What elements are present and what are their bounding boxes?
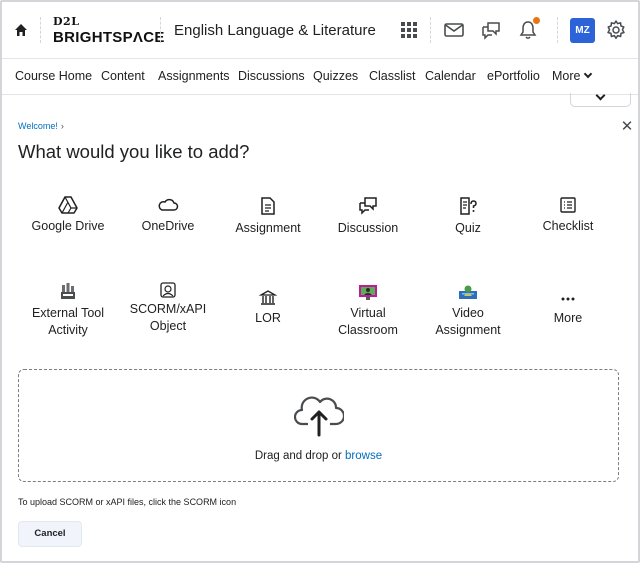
logo-brightspace[interactable]: BRIGHTSPΛCE (53, 29, 165, 46)
nav-quizzes[interactable]: Quizzes (313, 69, 358, 83)
chevron-right-icon: › (60, 121, 64, 131)
virtual-classroom-icon (359, 285, 377, 300)
home-icon[interactable] (13, 22, 29, 38)
top-header: D2L BRIGHTSPΛCE English Language & Liter… (2, 2, 638, 58)
quiz-icon (460, 197, 477, 215)
external-tool-icon (61, 283, 75, 299)
tile-label-line: Activity (48, 323, 88, 337)
nav-assignments[interactable]: Assignments (158, 69, 230, 83)
tile-checklist[interactable]: Checklist (518, 196, 618, 235)
tile-external-tool-activity[interactable]: External Tool Activity (18, 281, 118, 339)
video-assignment-icon (459, 285, 477, 299)
expand-toggle[interactable] (570, 90, 631, 107)
more-dots-icon (561, 297, 575, 301)
nav-more[interactable]: More (552, 69, 593, 83)
breadcrumb-welcome[interactable]: Welcome! (18, 121, 58, 131)
nav-more-label: More (552, 69, 581, 83)
dropzone-text: Drag and drop or browse (19, 450, 618, 462)
scorm-package-icon (160, 282, 176, 298)
tile-discussion[interactable]: Discussion (318, 196, 418, 237)
course-selector-grid-icon[interactable] (398, 19, 420, 41)
logo-d2l[interactable]: D2L (53, 15, 79, 28)
tile-google-drive[interactable]: Google Drive (18, 196, 118, 235)
scorm-hint: To upload SCORM or xAPI files, click the… (18, 497, 237, 507)
tile-label: Assignment (235, 221, 301, 235)
tile-label-line: Assignment (435, 323, 501, 337)
tile-label-line: Video (452, 306, 484, 320)
browse-link[interactable]: browse (345, 450, 382, 462)
file-dropzone[interactable]: Drag and drop or browse (18, 369, 619, 482)
tile-onedrive[interactable]: OneDrive (118, 196, 218, 235)
tile-label: External Tool Activity (18, 305, 118, 339)
course-title[interactable]: English Language & Literature (174, 22, 376, 39)
breadcrumb[interactable]: Welcome! › (18, 121, 64, 131)
tile-label-line: Object (149, 319, 187, 333)
nav-calendar[interactable]: Calendar (425, 69, 476, 83)
tile-label: OneDrive (141, 219, 195, 233)
nav-content[interactable]: Content (101, 69, 145, 83)
tile-label-line: Classroom (338, 323, 398, 337)
nav-discussions[interactable]: Discussions (238, 69, 305, 83)
tile-label: More (553, 311, 583, 325)
checklist-icon (560, 197, 576, 213)
assignment-icon (261, 197, 275, 215)
tile-label-line: Virtual (350, 306, 386, 320)
dialog-title: What would you like to add? (18, 141, 250, 162)
header-divider (430, 17, 431, 43)
mail-icon[interactable] (443, 19, 465, 41)
gear-icon[interactable] (605, 19, 627, 41)
tile-virtual-classroom[interactable]: Virtual Classroom (318, 283, 418, 339)
nav-classlist[interactable]: Classlist (369, 69, 416, 83)
tile-label-line: SCORM/xAPI (129, 302, 207, 316)
discussion-icon (359, 197, 377, 215)
tile-label: Discussion (337, 221, 399, 235)
header-divider (160, 17, 161, 43)
tile-label: Video Assignment (418, 305, 518, 339)
tile-scorm-xapi-object[interactable]: SCORM/xAPI Object (118, 281, 218, 335)
notification-badge (533, 17, 540, 24)
tile-lor[interactable]: LOR (218, 290, 318, 327)
tile-label-line: External Tool (31, 306, 105, 320)
user-avatar[interactable]: MZ (570, 18, 595, 43)
cancel-button[interactable]: Cancel (18, 521, 82, 547)
tile-assignment[interactable]: Assignment (218, 196, 318, 237)
tile-label: Checklist (542, 219, 594, 233)
google-drive-icon (58, 196, 78, 214)
header-divider (40, 17, 41, 43)
chat-icon[interactable] (480, 19, 502, 41)
library-building-icon (259, 290, 277, 305)
tile-label: SCORM/xAPI Object (118, 301, 218, 335)
tile-label: Quiz (455, 221, 481, 235)
tile-label: Virtual Classroom (318, 305, 418, 339)
tile-quiz[interactable]: Quiz (418, 196, 518, 237)
dropzone-label: Drag and drop or (254, 450, 342, 462)
onedrive-cloud-icon (158, 198, 179, 211)
nav-course-home[interactable]: Course Home (15, 69, 92, 83)
tile-video-assignment[interactable]: Video Assignment (418, 283, 518, 339)
tile-label: LOR (255, 311, 281, 325)
nav-eportfolio[interactable]: ePortfolio (487, 69, 540, 83)
chevron-down-icon (584, 69, 593, 79)
chevron-down-icon (595, 90, 606, 101)
cloud-upload-icon (294, 396, 344, 437)
header-divider (557, 17, 558, 43)
tile-more[interactable]: More (518, 290, 618, 327)
course-navbar: Course Home Content Assignments Discussi… (2, 58, 638, 95)
tile-label: Google Drive (31, 219, 105, 233)
close-icon[interactable]: ✕ (620, 119, 634, 134)
